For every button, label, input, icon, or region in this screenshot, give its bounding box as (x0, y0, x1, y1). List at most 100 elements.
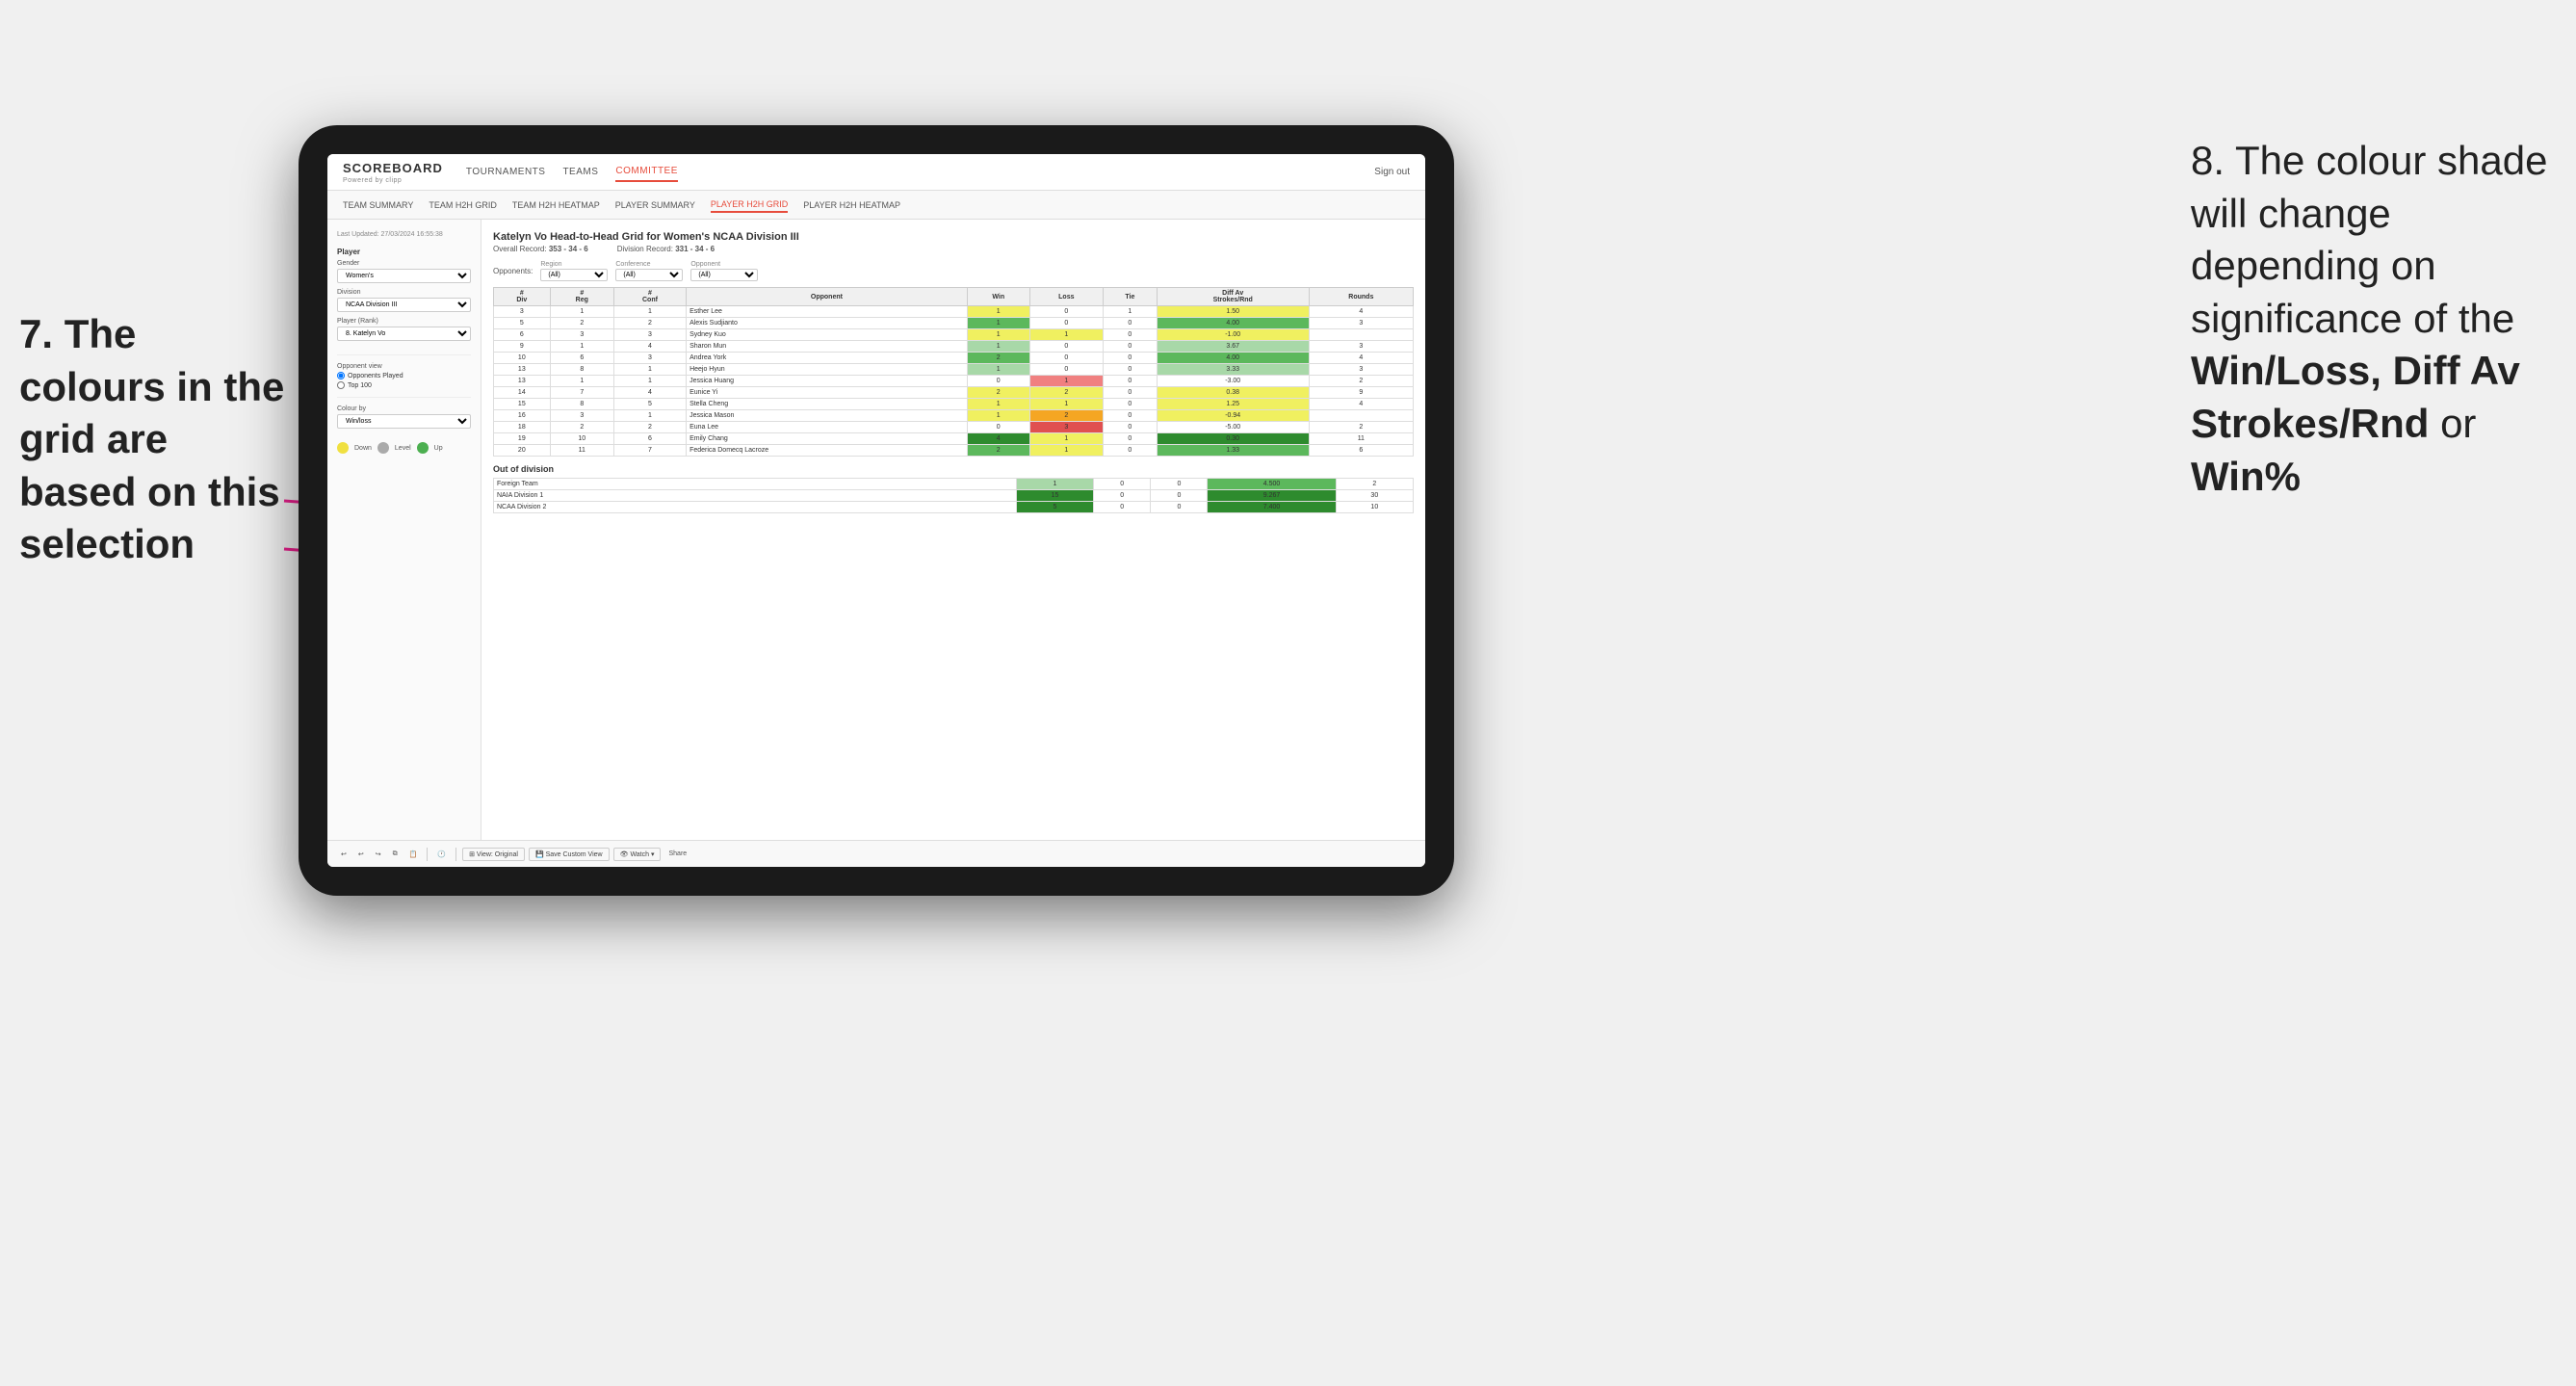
nav-tournaments[interactable]: TOURNAMENTS (466, 163, 546, 181)
clock-btn[interactable]: 🕐 (433, 849, 450, 860)
colour-dot-level (377, 442, 389, 454)
sidebar-colour-by-select[interactable]: Win/loss (337, 414, 471, 429)
main-data-table: #Div #Reg #Conf Opponent Win Loss Tie Di… (493, 287, 1414, 457)
td-diff-12: 1.33 (1157, 445, 1309, 457)
filter-group-conference: Conference (All) (615, 261, 683, 281)
sidebar-opponent-view-label: Opponent view (337, 363, 471, 370)
td-rounds-4: 4 (1309, 353, 1413, 364)
td-tie-1: 0 (1104, 318, 1158, 329)
sidebar-colour-by-label: Colour by (337, 405, 471, 412)
td-opponent-12: Federica Domecq Lacroze (687, 445, 968, 457)
td-rounds-8: 4 (1309, 399, 1413, 410)
td-win-6: 0 (967, 376, 1029, 387)
nav-teams[interactable]: TEAMS (562, 163, 598, 181)
td-rounds-5: 3 (1309, 364, 1413, 376)
copy-btn[interactable]: ⧉ (389, 849, 402, 860)
td-reg-11: 10 (550, 433, 613, 445)
td-diff-3: 3.67 (1157, 341, 1309, 353)
table-row: 15 8 5 Stella Cheng 1 1 0 1.25 4 (494, 399, 1414, 410)
td-div-7: 14 (494, 387, 551, 399)
td-conf-3: 4 (613, 341, 686, 353)
td-loss-5: 0 (1029, 364, 1103, 376)
sub-nav-player-h2h-heatmap[interactable]: PLAYER H2H HEATMAP (803, 198, 900, 212)
th-opponent: Opponent (687, 288, 968, 306)
tablet-screen: SCOREBOARD Powered by clipp TOURNAMENTS … (327, 154, 1425, 867)
table-row: 3 1 1 Esther Lee 1 0 1 1.50 4 (494, 306, 1414, 318)
table-row: 13 1 1 Jessica Huang 0 1 0 -3.00 2 (494, 376, 1414, 387)
top-nav: SCOREBOARD Powered by clipp TOURNAMENTS … (327, 154, 1425, 191)
sub-nav-team-h2h-heatmap[interactable]: TEAM H2H HEATMAP (512, 198, 600, 212)
ood-table-row: Foreign Team 1 0 0 4.500 2 (494, 479, 1414, 490)
td-diff-11: 0.30 (1157, 433, 1309, 445)
ood-td-win-0: 1 (1016, 479, 1093, 490)
td-conf-11: 6 (613, 433, 686, 445)
filter-region-select[interactable]: (All) (540, 269, 608, 281)
td-div-4: 10 (494, 353, 551, 364)
sidebar-divider-1 (337, 354, 471, 355)
grid-title: Katelyn Vo Head-to-Head Grid for Women's… (493, 231, 1414, 243)
table-row: 13 8 1 Heejo Hyun 1 0 0 3.33 3 (494, 364, 1414, 376)
redo-btn[interactable]: ↩ (354, 849, 368, 860)
th-rounds: Rounds (1309, 288, 1413, 306)
td-div-2: 6 (494, 329, 551, 341)
td-reg-8: 8 (550, 399, 613, 410)
td-win-5: 1 (967, 364, 1029, 376)
annotation-left: 7. The colours in the grid are based on … (19, 308, 289, 571)
sidebar-radio-opponents-played[interactable]: Opponents Played (337, 372, 471, 379)
radio-opponents-played-input[interactable] (337, 372, 345, 379)
td-rounds-6: 2 (1309, 376, 1413, 387)
td-opponent-9: Jessica Mason (687, 410, 968, 422)
th-tie: Tie (1104, 288, 1158, 306)
table-row: 16 3 1 Jessica Mason 1 2 0 -0.94 (494, 410, 1414, 422)
main-content: Last Updated: 27/03/2024 16:55:38 Player… (327, 220, 1425, 840)
td-div-11: 19 (494, 433, 551, 445)
ood-td-diff-2: 7.400 (1208, 502, 1336, 513)
logo-wrap: SCOREBOARD Powered by clipp (343, 160, 447, 184)
save-custom-btn[interactable]: 💾 Save Custom View (529, 848, 610, 861)
filter-opponent-select[interactable]: (All) (690, 269, 758, 281)
ood-td-label-2: NCAA Division 2 (494, 502, 1017, 513)
sub-nav-team-h2h-grid[interactable]: TEAM H2H GRID (429, 198, 497, 212)
td-div-6: 13 (494, 376, 551, 387)
ood-td-loss-0: 0 (1094, 479, 1151, 490)
td-diff-10: -5.00 (1157, 422, 1309, 433)
ood-td-loss-1: 0 (1094, 490, 1151, 502)
sidebar-player-rank-select[interactable]: 8. Katelyn Vo (337, 327, 471, 341)
td-win-1: 1 (967, 318, 1029, 329)
ood-td-label-1: NAIA Division 1 (494, 490, 1017, 502)
share-btn[interactable]: Share (664, 849, 690, 859)
table-header-row: #Div #Reg #Conf Opponent Win Loss Tie Di… (494, 288, 1414, 306)
sign-out-link[interactable]: Sign out (1374, 167, 1410, 177)
sidebar-division-select[interactable]: NCAA Division III (337, 298, 471, 312)
td-win-7: 2 (967, 387, 1029, 399)
paste-btn[interactable]: 📋 (405, 849, 422, 860)
td-rounds-2 (1309, 329, 1413, 341)
td-tie-0: 1 (1104, 306, 1158, 318)
td-win-9: 1 (967, 410, 1029, 422)
td-rounds-1: 3 (1309, 318, 1413, 329)
sidebar-player-rank-label: Player (Rank) (337, 318, 471, 325)
nav-committee[interactable]: COMMITTEE (615, 162, 678, 182)
th-win: Win (967, 288, 1029, 306)
sidebar-radio-top100[interactable]: Top 100 (337, 381, 471, 389)
undo-btn[interactable]: ↩ (337, 849, 351, 860)
redo2-btn[interactable]: ↪ (372, 849, 385, 860)
td-reg-1: 2 (550, 318, 613, 329)
td-tie-7: 0 (1104, 387, 1158, 399)
td-opponent-10: Euna Lee (687, 422, 968, 433)
logo-text: SCOREBOARD (343, 161, 443, 175)
td-loss-4: 0 (1029, 353, 1103, 364)
td-conf-7: 4 (613, 387, 686, 399)
watch-btn[interactable]: 👁 Watch ▾ (613, 848, 662, 861)
radio-top100-input[interactable] (337, 381, 345, 389)
sub-nav-player-h2h-grid[interactable]: PLAYER H2H GRID (711, 197, 788, 213)
sidebar-gender-select[interactable]: Women's (337, 269, 471, 283)
td-win-8: 1 (967, 399, 1029, 410)
td-reg-12: 11 (550, 445, 613, 457)
filter-conference-select[interactable]: (All) (615, 269, 683, 281)
view-original-btn[interactable]: ⊞ View: Original (462, 848, 525, 861)
sub-nav-player-summary[interactable]: PLAYER SUMMARY (615, 198, 695, 212)
sidebar-divider-2 (337, 397, 471, 398)
td-diff-0: 1.50 (1157, 306, 1309, 318)
sub-nav-team-summary[interactable]: TEAM SUMMARY (343, 198, 413, 212)
